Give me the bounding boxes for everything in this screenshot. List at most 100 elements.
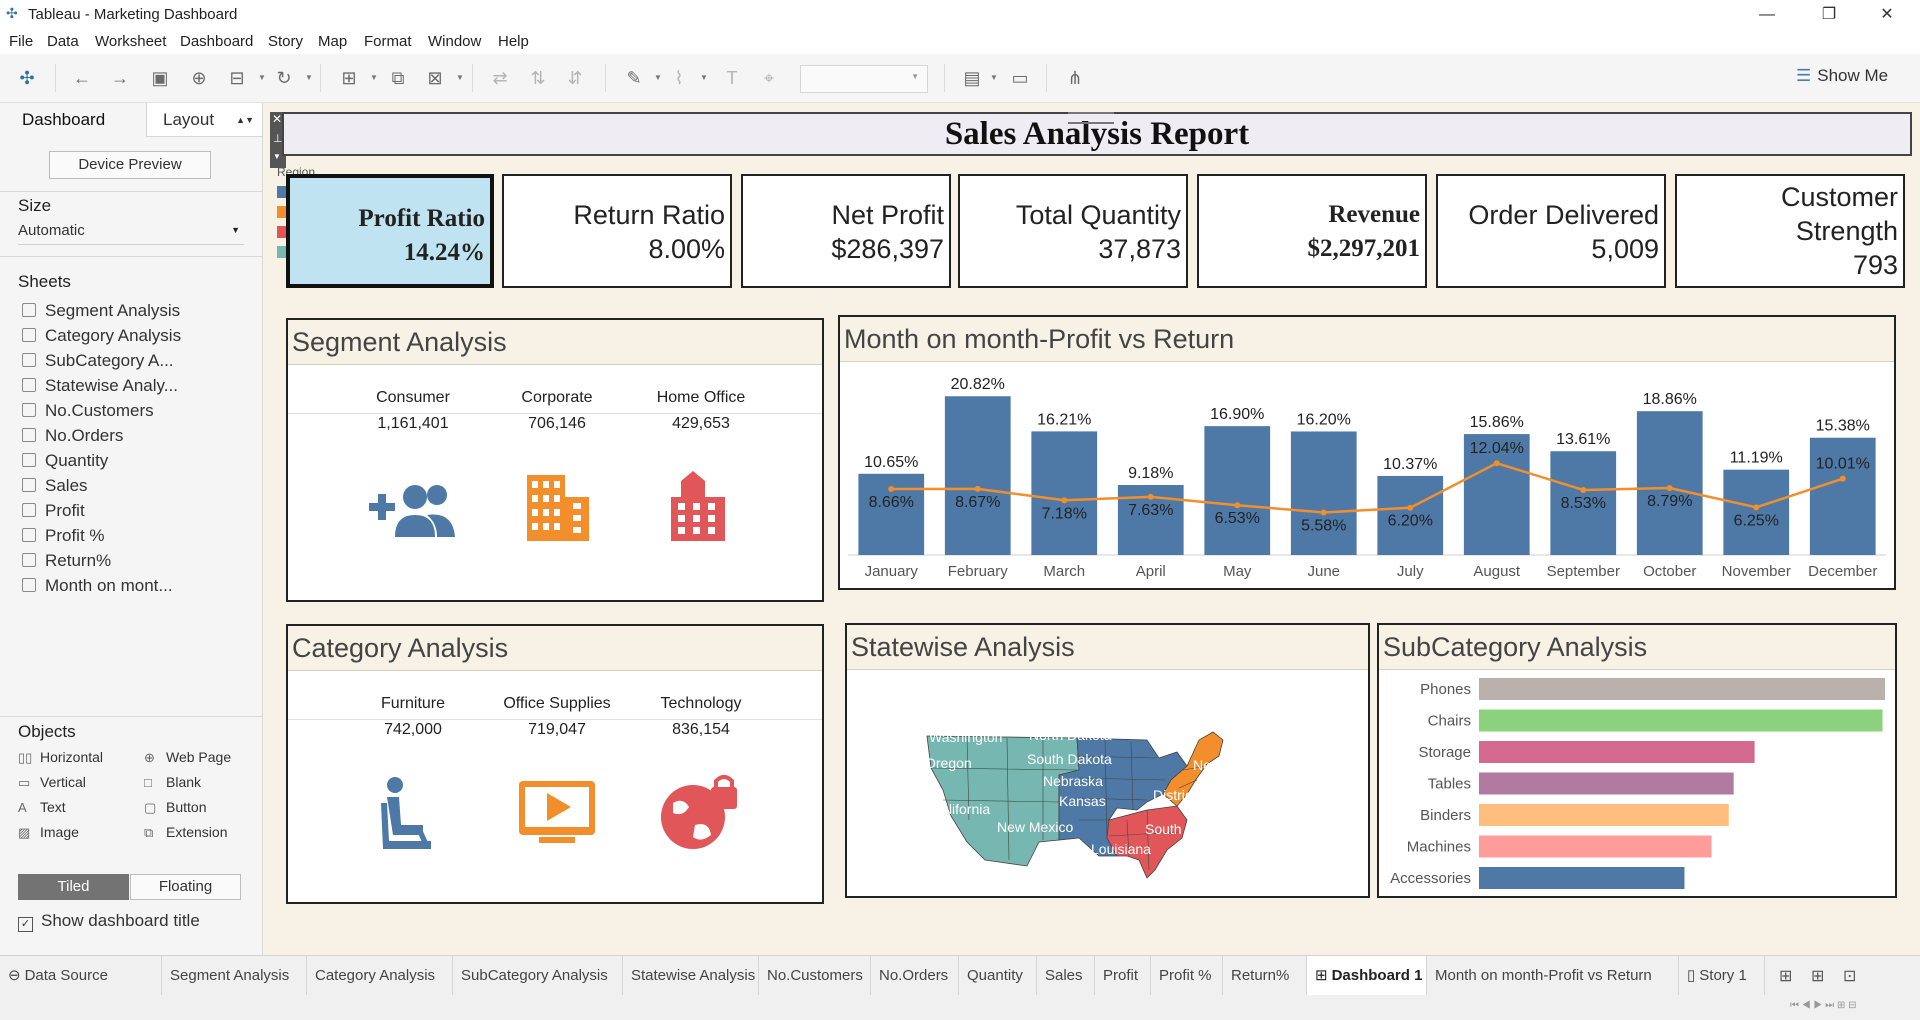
sheet-tab[interactable]: Profit % [1151, 956, 1223, 996]
sheet-tab[interactable]: Month on month-Profit vs Return [1427, 956, 1679, 996]
restore-icon[interactable]: ❐ [1806, 2, 1852, 28]
object-item[interactable]: ⧉ Extension [144, 824, 227, 841]
line-point[interactable] [1753, 504, 1760, 511]
kpi-card[interactable]: Total Quantity 37,873 [958, 174, 1188, 288]
refresh-icon[interactable]: ↻ [272, 66, 296, 90]
line-point[interactable] [1580, 486, 1587, 493]
object-item[interactable]: ▭ Vertical [18, 774, 86, 791]
tab-layout[interactable]: Layout ▲▼ [146, 103, 262, 137]
redo-icon[interactable]: → [108, 66, 132, 90]
kpi-card[interactable]: Profit Ratio 14.24% [286, 174, 494, 288]
sheet-item[interactable]: No.Orders [22, 426, 123, 446]
show-me-button[interactable]: ☰ Show Me [1796, 66, 1888, 86]
subcategory-bar[interactable] [1479, 835, 1712, 858]
dropdown-icon[interactable]: ▼ [654, 73, 662, 82]
menu-map[interactable]: Map [318, 33, 347, 50]
dropdown-icon[interactable]: ▼ [370, 73, 378, 82]
pause-updates-icon[interactable]: ⊟ [225, 66, 249, 90]
line-point[interactable] [974, 485, 981, 492]
close-icon[interactable]: ✕ [272, 112, 282, 126]
line-point[interactable] [1407, 504, 1414, 511]
sheet-item[interactable]: Month on mont... [22, 576, 173, 596]
subcategory-bar[interactable] [1479, 772, 1734, 795]
dropdown-icon[interactable]: ▼ [456, 73, 464, 82]
kpi-card[interactable]: Order Delivered 5,009 [1436, 174, 1666, 288]
month-chart-panel[interactable]: Month on month-Profit vs Return 10.65% Ja… [838, 315, 1896, 590]
us-map[interactable] [847, 670, 1368, 896]
duplicate-icon[interactable]: ⧉ [386, 66, 410, 90]
sheet-tab[interactable]: Segment Analysis [162, 956, 307, 996]
save-icon[interactable]: ▣ [148, 66, 172, 90]
show-title-checkbox[interactable]: ✓ Show dashboard title [18, 911, 200, 932]
kpi-card[interactable]: Return Ratio 8.00% [502, 174, 732, 288]
object-item[interactable]: A Text [18, 799, 66, 815]
menu-file[interactable]: File [9, 33, 33, 50]
sort-descending-icon[interactable]: ⇵ [563, 66, 587, 90]
bar[interactable] [1204, 426, 1271, 555]
drag-handle[interactable] [1068, 112, 1114, 124]
sheet-item[interactable]: Profit [22, 501, 85, 521]
highlight-icon[interactable]: ✎ [622, 66, 646, 90]
object-item[interactable]: ▯▯ Horizontal [18, 749, 103, 766]
minimize-icon[interactable]: — [1744, 2, 1790, 28]
sheet-item[interactable]: Profit % [22, 526, 105, 546]
sheet-item[interactable]: No.Customers [22, 401, 154, 421]
subcategory-bar[interactable] [1479, 709, 1883, 732]
undo-icon[interactable]: ← [70, 66, 94, 90]
sheet-item[interactable]: Sales [22, 476, 88, 496]
bar[interactable] [1290, 431, 1357, 555]
new-datasource-icon[interactable]: ⊕ [187, 66, 211, 90]
dropdown-icon[interactable]: ▼ [700, 73, 708, 82]
sheet-tab[interactable]: Return% [1223, 956, 1307, 996]
bar[interactable] [1031, 431, 1098, 555]
labels-icon[interactable]: T [720, 66, 744, 90]
subcategory-panel[interactable]: SubCategory Analysis Phones Chairs Storage… [1377, 623, 1897, 898]
line-point[interactable] [1061, 497, 1068, 504]
line-point[interactable] [1493, 460, 1500, 467]
presentation-mode-icon[interactable]: ▭ [1008, 66, 1032, 90]
dropdown-icon[interactable]: ▼ [990, 73, 998, 82]
object-item[interactable]: □ Blank [144, 774, 201, 790]
floating-button[interactable]: Floating [130, 874, 241, 900]
chevron-down-icon[interactable]: ▼ [273, 152, 281, 161]
pin-icon[interactable]: ⌖ [757, 66, 781, 90]
dropdown-icon[interactable]: ▼ [305, 73, 313, 82]
line-point[interactable] [1234, 502, 1241, 509]
share-icon[interactable]: ⋔ [1063, 66, 1087, 90]
statewise-panel[interactable]: Statewise Analysis Washington North Dakot… [845, 623, 1370, 898]
subcategory-bar[interactable] [1479, 867, 1685, 889]
category-panel[interactable]: Category Analysis Furniture 742,000 Office… [286, 624, 824, 904]
fit-dropdown[interactable]: ▼ [800, 65, 928, 93]
tab-dashboard[interactable]: Dashboard [0, 103, 146, 137]
line-point[interactable] [1147, 493, 1154, 500]
legend-swatch[interactable] [277, 246, 286, 258]
segment-panel[interactable]: Segment Analysis Consumer 1,161,401 Corpor… [286, 318, 824, 602]
object-item[interactable]: ⊕ Web Page [144, 749, 231, 766]
menu-dashboard[interactable]: Dashboard [180, 33, 253, 50]
sort-ascending-icon[interactable]: ⇅ [526, 66, 550, 90]
subcategory-bar[interactable] [1479, 741, 1755, 763]
object-item[interactable]: ▢ Button [144, 799, 206, 816]
sheet-item[interactable]: SubCategory A... [22, 351, 174, 371]
sheet-tab[interactable]: Profit [1095, 956, 1151, 996]
line-point[interactable] [1666, 484, 1673, 491]
group-icon[interactable]: ⌇ [667, 66, 691, 90]
sheet-tab[interactable]: ⊞ Dashboard 1 [1307, 956, 1427, 996]
sheet-tab[interactable]: SubCategory Analysis [453, 956, 623, 996]
sheet-tab[interactable]: ▯ Story 1 [1679, 956, 1765, 996]
sheet-tab[interactable]: Category Analysis [307, 956, 453, 996]
line-point[interactable] [1839, 475, 1846, 482]
size-dropdown[interactable]: Automatic ▼ [18, 222, 244, 245]
dropdown-icon[interactable]: ▼ [258, 73, 266, 82]
sheet-item[interactable]: Quantity [22, 451, 108, 471]
legend-swatch[interactable] [277, 186, 286, 198]
bar[interactable] [944, 396, 1011, 555]
show-cards-icon[interactable]: ▤ [960, 66, 984, 90]
sheet-item[interactable]: Return% [22, 551, 111, 571]
sheet-tab[interactable]: No.Orders [871, 956, 959, 996]
clear-sheet-icon[interactable]: ⊠ [423, 66, 447, 90]
menu-format[interactable]: Format [364, 33, 412, 50]
sheet-tab[interactable]: No.Customers [759, 956, 871, 996]
sheet-item[interactable]: Statewise Analy... [22, 376, 178, 396]
tableau-home-icon[interactable]: ✣ [15, 66, 39, 90]
